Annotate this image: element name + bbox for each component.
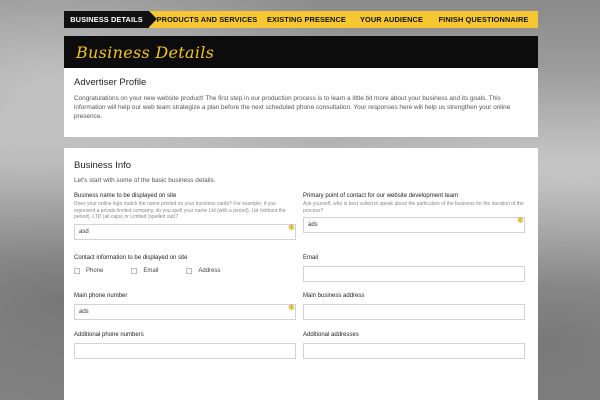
main-phone-label: Main phone number — [74, 293, 128, 299]
main-address-group: Main business address — [303, 293, 525, 320]
business-name-hint: Does your online logo match the name pri… — [74, 201, 286, 220]
contact-info-group: Contact information to be displayed on s… — [74, 255, 296, 274]
email-checkbox-label: Email — [143, 268, 159, 274]
additional-addresses-group: Additional addresses — [303, 332, 525, 359]
main-address-label: Main business address — [303, 293, 365, 299]
required-star-icon: ✸ — [288, 303, 295, 312]
business-info-card: Business Info Let's start with some of t… — [64, 148, 538, 400]
business-name-group: Business name to be displayed on site Do… — [74, 193, 296, 240]
step-business-details[interactable]: BUSINESS DETAILS — [64, 11, 157, 28]
advertiser-profile-text: Congratulations on your new website prod… — [74, 95, 511, 120]
checkbox-box[interactable] — [186, 268, 193, 274]
advertiser-profile-card: Advertiser Profile Congratulations on yo… — [64, 68, 538, 137]
business-info-heading: Business Info — [74, 160, 132, 171]
checkbox-box[interactable] — [74, 268, 80, 274]
contact-info-checkboxes: Phone Email Address — [74, 268, 296, 274]
required-star-icon: ✸ — [288, 222, 295, 232]
email-input[interactable] — [303, 266, 525, 282]
business-info-intro: Let's start with some of the basic busin… — [74, 177, 216, 184]
primary-contact-hint: Ask yourself, who is best suited to spea… — [303, 201, 524, 214]
additional-addresses-input[interactable] — [303, 343, 525, 359]
advertiser-profile-heading: Advertiser Profile — [74, 77, 147, 88]
additional-phones-group: Additional phone numbers — [74, 332, 296, 359]
additional-phones-input[interactable] — [74, 343, 296, 359]
primary-contact-label: Primary point of contact for our website… — [303, 193, 459, 199]
step-your-audience[interactable]: YOUR AUDIENCE — [354, 11, 429, 28]
business-name-value: asd — [79, 228, 89, 235]
phone-checkbox-label: Phone — [86, 268, 104, 274]
address-checkbox-label: Address — [198, 268, 221, 274]
primary-contact-input[interactable]: ads ✸ — [303, 217, 525, 233]
email-group: Email — [303, 255, 525, 282]
email-label: Email — [303, 255, 319, 261]
main-phone-input[interactable]: ads ✸ — [74, 304, 296, 320]
main-phone-value: ads — [79, 309, 89, 315]
contact-info-label: Contact information to be displayed on s… — [74, 255, 188, 261]
email-checkbox[interactable]: Email — [131, 268, 158, 274]
step-existing-presence[interactable]: EXISTING PRESENCE — [259, 11, 354, 28]
business-name-label: Business name to be displayed on site — [74, 193, 177, 199]
additional-phones-label: Additional phone numbers — [74, 332, 144, 338]
step-finish-questionnaire[interactable]: FINISH QUESTIONNAIRE — [429, 11, 538, 28]
additional-addresses-label: Additional addresses — [303, 332, 359, 338]
page-title: Business Details — [76, 42, 215, 62]
business-name-input[interactable]: asd ✸ — [74, 222, 296, 240]
step-products-and-services[interactable]: PRODUCTS AND SERVICES — [149, 11, 259, 28]
main-phone-group: Main phone number ads ✸ — [74, 293, 296, 320]
address-checkbox[interactable]: Address — [186, 268, 220, 274]
page-header: Business Details — [64, 36, 538, 68]
required-star-icon: ✸ — [517, 216, 524, 225]
questionnaire-page: BUSINESS DETAILS PRODUCTS AND SERVICES E… — [64, 0, 538, 400]
checkbox-box[interactable] — [131, 268, 138, 274]
primary-contact-value: ads — [308, 222, 318, 228]
primary-contact-group: Primary point of contact for our website… — [303, 193, 525, 233]
progress-steps: BUSINESS DETAILS PRODUCTS AND SERVICES E… — [64, 11, 538, 28]
main-address-input[interactable] — [303, 304, 525, 320]
phone-checkbox[interactable]: Phone — [74, 268, 103, 274]
